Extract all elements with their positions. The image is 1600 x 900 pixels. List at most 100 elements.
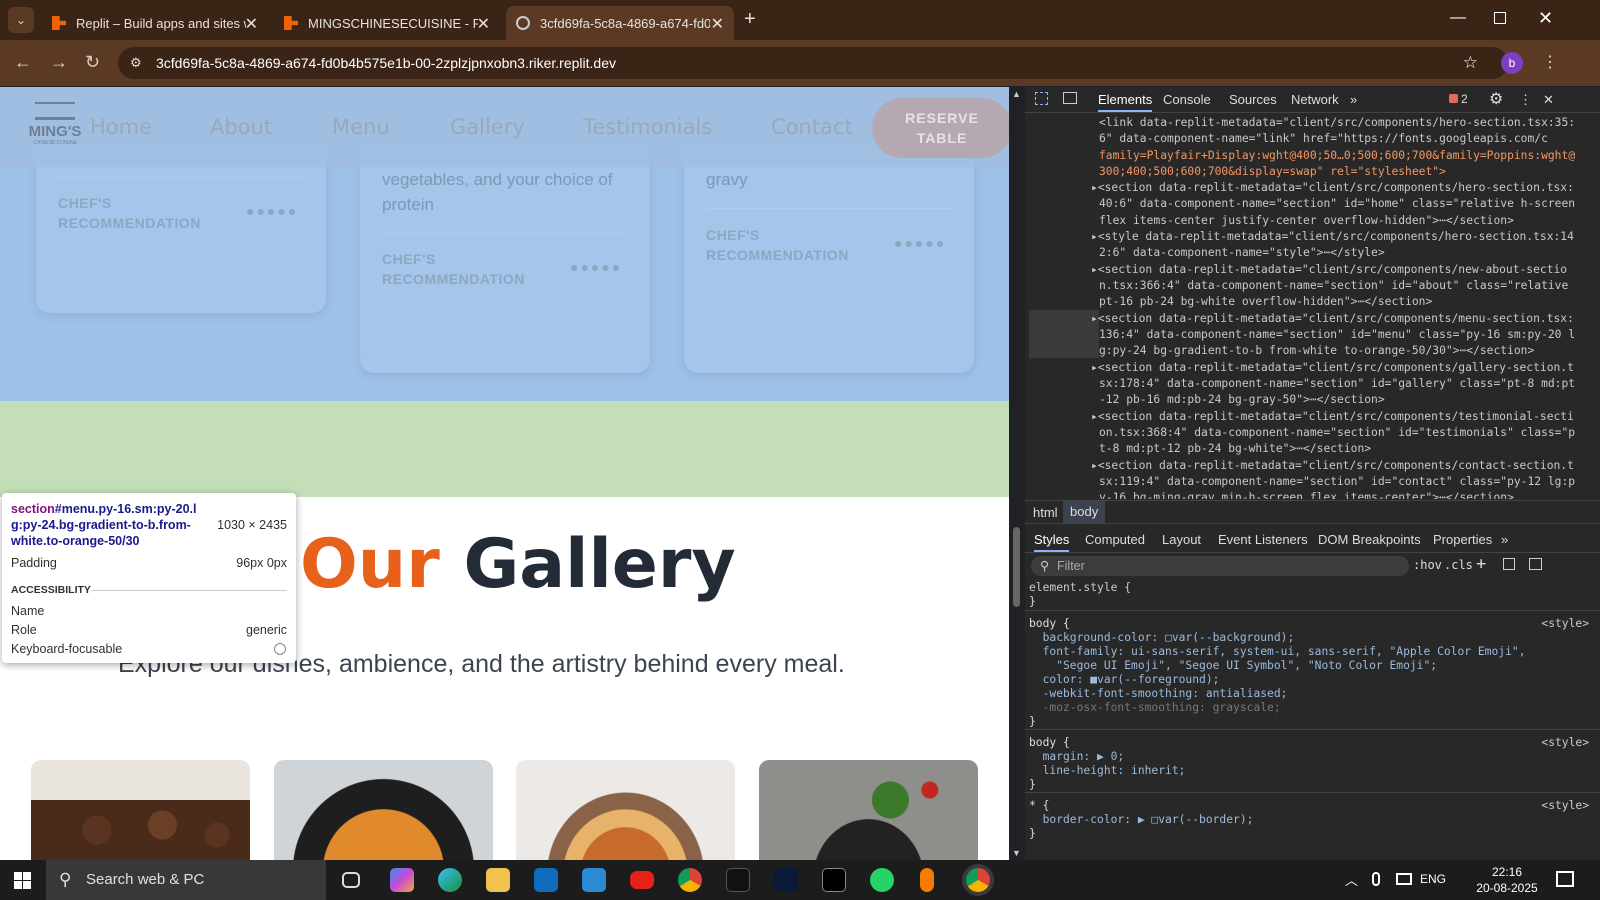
network-icon[interactable] [1396, 873, 1412, 885]
dom-line[interactable]: t-8 md:pt-12 pb-24 bg-white">⋯</section> [1099, 441, 1371, 457]
forward-icon[interactable]: → [50, 52, 68, 73]
task-view-icon[interactable] [342, 872, 360, 888]
dom-line[interactable]: 136:4" data-component-name="section" id=… [1099, 327, 1575, 343]
tab-sources[interactable]: Sources [1229, 92, 1277, 107]
copilot-icon[interactable] [390, 868, 414, 892]
dom-line[interactable]: flex items-center justify-center overflo… [1099, 213, 1514, 229]
minimize-icon[interactable]: — [1450, 9, 1466, 27]
style-line[interactable]: font-family: ui-sans-serif, system-ui, s… [1029, 645, 1526, 659]
whatsapp-icon[interactable] [870, 868, 894, 892]
new-tab-button[interactable]: + [744, 8, 756, 31]
add-rule-icon[interactable]: + [1476, 554, 1486, 574]
style-source-link[interactable]: <style> [1541, 736, 1589, 750]
scroll-down-icon[interactable]: ▼ [1012, 848, 1021, 858]
restore-icon[interactable] [1494, 12, 1506, 24]
paint-icon[interactable] [1503, 558, 1515, 570]
style-source-link[interactable]: <style> [1541, 617, 1589, 631]
error-count[interactable]: 2 [1461, 92, 1468, 106]
tab-elements[interactable]: Elements [1098, 92, 1153, 112]
dom-line[interactable]: ▸<section data-replit-metadata="client/s… [1091, 409, 1574, 425]
dom-line[interactable]: ▸<section data-replit-metadata="client/s… [1091, 180, 1574, 196]
dom-line[interactable]: n.tsx:366:4" data-component-name="sectio… [1099, 278, 1568, 294]
style-line[interactable]: border-color: ▶ □var(--border); [1029, 813, 1254, 827]
gallery-photo-spices[interactable] [759, 760, 978, 860]
nav-testimonials[interactable]: Testimonials [583, 115, 712, 139]
gallery-photo-stir-fry[interactable] [516, 760, 735, 860]
bookmark-star-icon[interactable]: ☆ [1463, 47, 1478, 79]
tab-console[interactable]: Console [1163, 92, 1211, 107]
tab-active-preview[interactable]: 3cfd69fa-5c8a-4869-a674-fd0b4 ✕ [506, 6, 734, 40]
nav-menu[interactable]: Menu [332, 115, 390, 139]
dom-line[interactable]: ▸<section data-replit-metadata="client/s… [1091, 360, 1574, 376]
inspect-element-icon[interactable] [1035, 92, 1048, 105]
nav-home[interactable]: Home [90, 115, 152, 139]
tab-network[interactable]: Network [1291, 92, 1339, 107]
settings-gear-icon[interactable]: ⚙ [1489, 89, 1503, 109]
dom-line[interactable]: 6" data-component-name="link" href="http… [1099, 131, 1548, 147]
profile-avatar[interactable]: b [1501, 52, 1523, 74]
reserve-table-button[interactable]: RESERVE TABLE [872, 98, 1012, 158]
dom-line[interactable]: on.tsx:368:4" data-component-name="secti… [1099, 425, 1575, 441]
youtube-icon[interactable] [630, 871, 654, 889]
devtools-menu-icon[interactable]: ⋮ [1519, 92, 1532, 108]
devtools-resize-handle[interactable]: ▲ ▼ [1009, 87, 1025, 860]
close-tab-icon[interactable]: ✕ [711, 14, 724, 34]
sonyliv-icon[interactable] [726, 868, 750, 892]
tab-styles[interactable]: Styles [1034, 532, 1070, 552]
url-field[interactable]: ⚙ 3cfd69fa-5c8a-4869-a674-fd0b4b575e1b-0… [118, 47, 1508, 79]
hov-toggle[interactable]: :hov [1413, 558, 1442, 572]
taskbar-search[interactable]: ⚲ Search web & PC [46, 860, 326, 900]
dom-line[interactable]: -12 pb-16 md:pb-24 bg-gray-50">⋯</sectio… [1099, 392, 1385, 408]
restaurant-logo[interactable]: MING'S CHINESE CUISINE [20, 102, 90, 152]
more-tabs-icon[interactable]: » [1501, 532, 1508, 547]
dom-line[interactable]: ▸<section data-replit-metadata="client/s… [1091, 458, 1574, 474]
microphone-icon[interactable] [920, 868, 934, 892]
dom-line[interactable]: y-16 bg-ming-gray min-h-screen flex item… [1099, 490, 1514, 499]
tab-event-listeners[interactable]: Event Listeners [1218, 532, 1308, 547]
chrome-profile-icon[interactable] [966, 868, 990, 892]
sidebar-toggle-icon[interactable] [1529, 558, 1542, 570]
gallery-photo-curry[interactable] [274, 760, 493, 860]
style-line[interactable]: -moz-osx-font-smoothing: grayscale; [1029, 701, 1281, 715]
dom-line[interactable]: ▸<section data-replit-metadata="client/s… [1091, 311, 1574, 327]
reload-icon[interactable]: ↻ [85, 52, 100, 73]
tab-search-button[interactable]: ⌄ [8, 7, 34, 33]
dom-line[interactable]: ▸<style data-replit-metadata="client/src… [1091, 229, 1574, 245]
windows-start-icon[interactable] [14, 872, 31, 889]
browser-menu-icon[interactable]: ⋮ [1542, 52, 1558, 72]
more-tabs-icon[interactable]: » [1350, 92, 1357, 107]
tab-dom-breakpoints[interactable]: DOM Breakpoints [1318, 532, 1421, 547]
close-tab-icon[interactable]: ✕ [245, 14, 258, 34]
hotstar-icon[interactable] [774, 868, 798, 892]
dom-line[interactable]: family=Playfair+Display:wght@400;50…0;50… [1099, 148, 1575, 164]
gallery-photo-chocolate-cake[interactable] [31, 760, 250, 860]
app-icon[interactable] [822, 868, 846, 892]
chrome-icon[interactable] [678, 868, 702, 892]
style-line[interactable]: line-height: inherit; [1029, 764, 1186, 778]
dom-line[interactable]: 40:6" data-component-name="section" id="… [1099, 196, 1575, 212]
style-line[interactable]: "Segoe UI Emoji", "Segoe UI Symbol", "No… [1029, 659, 1437, 673]
back-icon[interactable]: ← [14, 52, 32, 73]
store-icon[interactable] [582, 868, 606, 892]
dom-line[interactable]: ▸<section data-replit-metadata="client/s… [1091, 262, 1567, 278]
tab-mings[interactable]: MINGSCHINESECUISINE - Replit ✕ [274, 6, 500, 40]
style-source-link[interactable]: <style> [1541, 799, 1589, 813]
styles-filter-input[interactable]: ⚲ Filter [1031, 556, 1409, 576]
close-tab-icon[interactable]: ✕ [477, 14, 490, 34]
dom-line[interactable]: sx:119:4" data-component-name="section" … [1099, 474, 1575, 490]
close-window-icon[interactable]: ✕ [1538, 8, 1553, 29]
taskbar-clock[interactable]: 22:16 20-08-2025 [1472, 864, 1542, 896]
style-line[interactable]: -webkit-font-smoothing: antialiased; [1029, 687, 1288, 701]
dom-line[interactable]: 2:6" data-component-name="style">⋯</styl… [1099, 245, 1385, 261]
close-devtools-icon[interactable]: ✕ [1543, 92, 1554, 108]
edge-icon[interactable] [438, 868, 462, 892]
file-explorer-icon[interactable] [486, 868, 510, 892]
site-settings-icon[interactable]: ⚙ [130, 47, 142, 79]
dom-line[interactable]: <link data-replit-metadata="client/src/c… [1099, 115, 1575, 131]
scroll-thumb[interactable] [1013, 527, 1020, 607]
tray-chevron-icon[interactable]: ︿ [1345, 870, 1358, 889]
tab-properties[interactable]: Properties [1433, 532, 1492, 547]
error-icon[interactable] [1449, 94, 1458, 103]
dom-line[interactable]: g:py-24 bg-gradient-to-b from-white to-o… [1099, 343, 1534, 359]
device-toolbar-icon[interactable] [1063, 92, 1077, 104]
